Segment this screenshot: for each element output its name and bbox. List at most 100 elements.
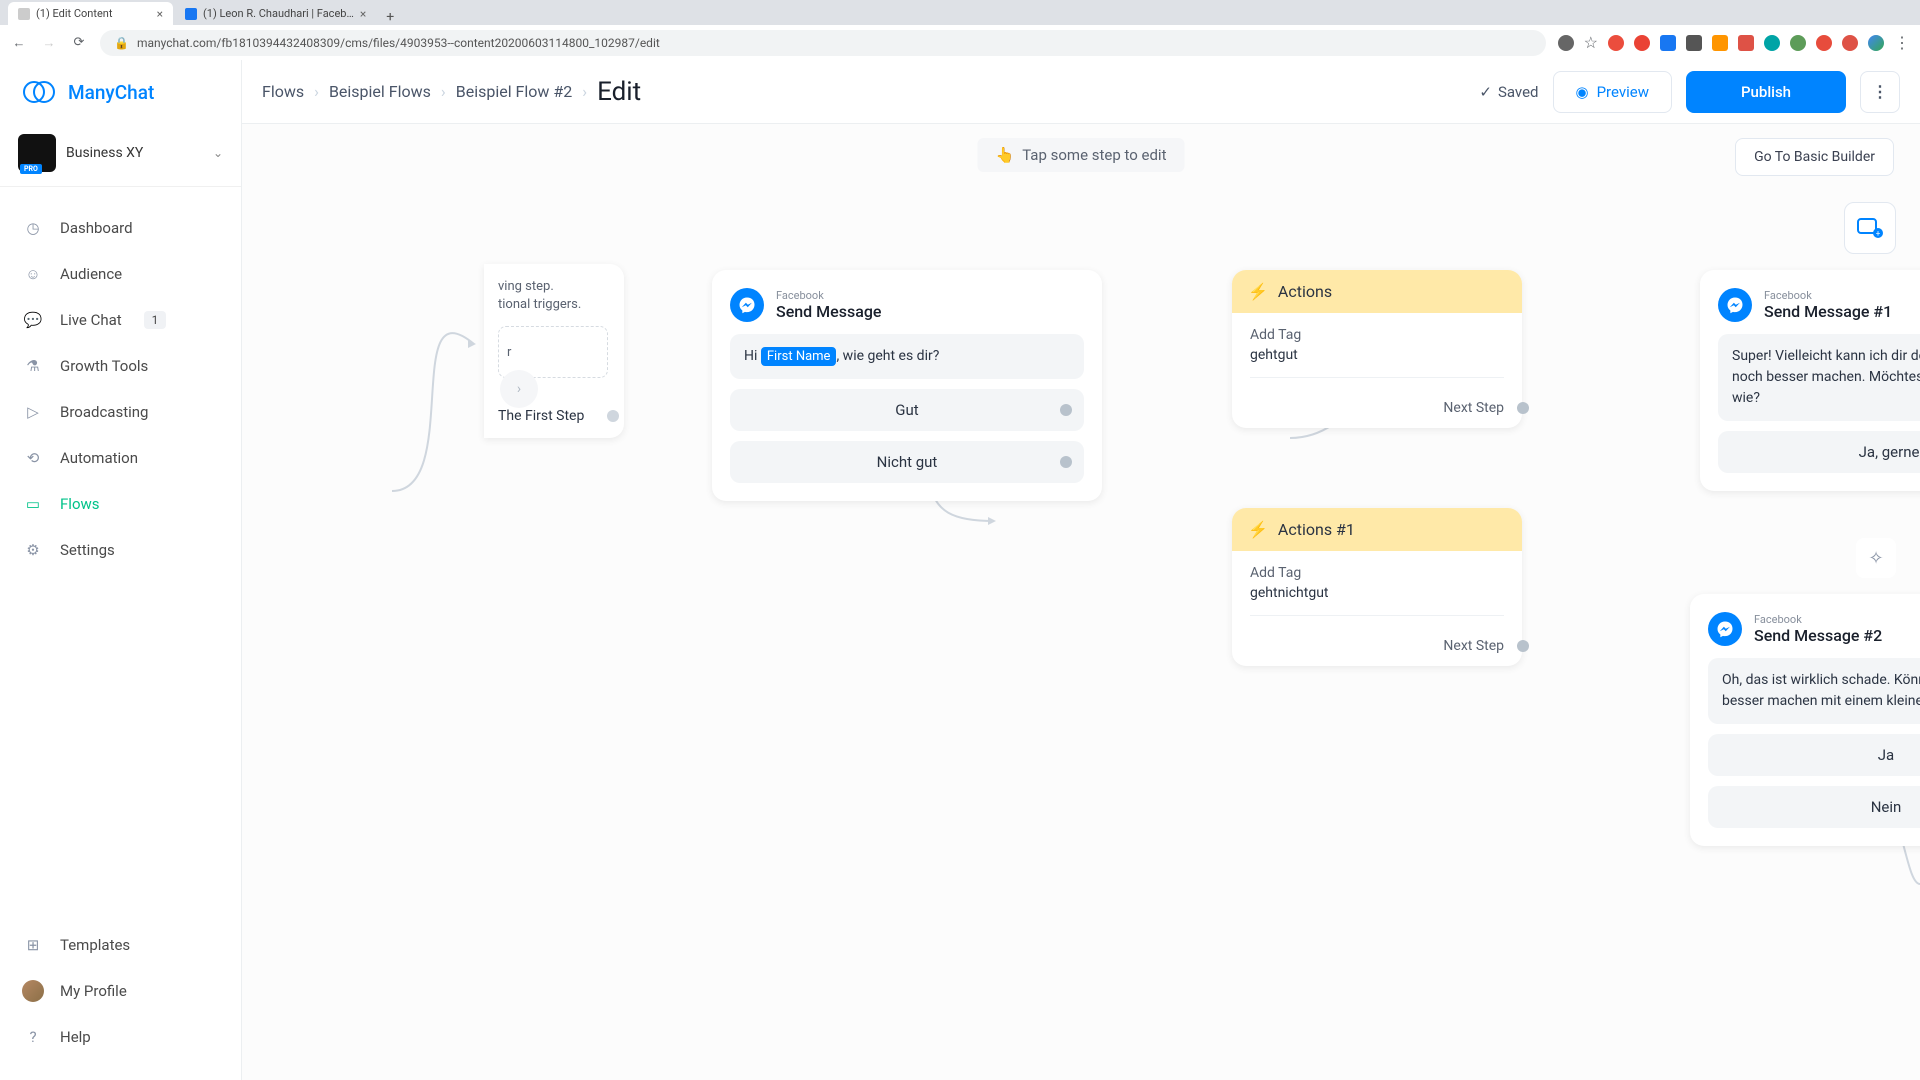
- reply-label: Nein: [1871, 798, 1902, 816]
- sidebar-item-templates[interactable]: ⊞ Templates: [0, 922, 241, 968]
- ext-icon[interactable]: [1764, 35, 1780, 51]
- ext-icon[interactable]: [1816, 35, 1832, 51]
- output-port[interactable]: [1060, 404, 1072, 416]
- sidebar-item-broadcasting[interactable]: ▷ Broadcasting: [0, 389, 241, 435]
- expand-starter-button[interactable]: ›: [500, 370, 538, 408]
- starter-node[interactable]: ving step. tional triggers. r The First …: [484, 264, 624, 438]
- automation-icon: ⟲: [22, 447, 44, 469]
- new-tab-button[interactable]: +: [378, 9, 402, 25]
- check-icon: ✓: [1479, 83, 1492, 101]
- ext-icon[interactable]: [1738, 35, 1754, 51]
- quick-reply-gut[interactable]: Gut: [730, 389, 1084, 431]
- output-port[interactable]: [1060, 456, 1072, 468]
- sidebar-item-audience[interactable]: ☺ Audience: [0, 251, 241, 297]
- msg-prefix: Hi: [744, 348, 761, 364]
- publish-label: Publish: [1741, 83, 1791, 101]
- send-message-node[interactable]: Facebook Send Message #2 Oh, das ist wir…: [1690, 594, 1920, 846]
- preview-button[interactable]: ◉ Preview: [1553, 71, 1673, 113]
- node-title: Send Message #2: [1754, 626, 1882, 645]
- actions-node[interactable]: ⚡ Actions Add Tag gehtgut Next Step: [1232, 270, 1522, 428]
- back-icon[interactable]: ←: [10, 35, 28, 51]
- next-step-label: Next Step: [1443, 638, 1504, 654]
- bolt-icon: ⚡: [1248, 282, 1268, 301]
- sidebar-item-settings[interactable]: ⚙ Settings: [0, 527, 241, 573]
- flow-canvas[interactable]: 👆 Tap some step to edit Go To Basic Buil…: [242, 124, 1920, 1080]
- nav-label: Broadcasting: [60, 403, 148, 421]
- send-message-node[interactable]: Facebook Send Message Hi First Name, wie…: [712, 270, 1102, 501]
- action-value: gehtnichtgut: [1250, 585, 1504, 616]
- sidebar-item-flows[interactable]: ▭ Flows: [0, 481, 241, 527]
- sidebar-item-growth[interactable]: ⚗ Growth Tools: [0, 343, 241, 389]
- next-step-port[interactable]: Next Step: [1232, 626, 1522, 666]
- star-icon[interactable]: ☆: [1584, 33, 1598, 52]
- ext-icon[interactable]: [1686, 35, 1702, 51]
- url-input[interactable]: 🔒 manychat.com/fb181039443240830­9/cms/f…: [100, 30, 1546, 56]
- message-bubble[interactable]: Super! Vielleicht kann ich dir deinen Ta…: [1718, 334, 1920, 421]
- reload-icon[interactable]: ⟳: [70, 35, 88, 50]
- close-icon[interactable]: ×: [360, 7, 366, 21]
- ext-icon[interactable]: [1660, 35, 1676, 51]
- ext-icon[interactable]: [1608, 35, 1624, 51]
- basic-builder-button[interactable]: Go To Basic Builder: [1735, 138, 1894, 176]
- node-title: Send Message: [776, 302, 881, 321]
- first-step-port[interactable]: The First Step: [498, 408, 610, 424]
- output-port[interactable]: [607, 410, 619, 422]
- browser-chrome: (1) Edit Content × (1) Leon R. Chaudhari…: [0, 0, 1920, 60]
- msg-body: Oh, das ist wirklich schade. Könnte ich …: [1722, 672, 1920, 709]
- forward-icon[interactable]: →: [40, 35, 58, 51]
- breadcrumb-item[interactable]: Beispiel Flows: [329, 82, 431, 101]
- avatar-icon[interactable]: [1868, 35, 1884, 51]
- account-name: Business XY: [66, 145, 203, 161]
- next-step-port[interactable]: Next Step: [1232, 388, 1522, 428]
- browser-tab[interactable]: (1) Edit Content ×: [8, 2, 173, 25]
- quick-reply-nichtgut[interactable]: Nicht gut: [730, 441, 1084, 483]
- ext-icon[interactable]: [1790, 35, 1806, 51]
- close-icon[interactable]: ×: [157, 7, 163, 21]
- help-icon: ?: [22, 1026, 44, 1048]
- ext-icon[interactable]: [1712, 35, 1728, 51]
- quick-reply-ja[interactable]: Ja: [1708, 734, 1920, 776]
- sidebar-item-profile[interactable]: My Profile: [0, 968, 241, 1014]
- chat-icon: 💬: [22, 309, 44, 331]
- variable-chip[interactable]: First Name: [761, 347, 837, 366]
- account-switcher[interactable]: PRO Business XY ⌄: [0, 124, 241, 187]
- magic-button[interactable]: ✧: [1856, 538, 1896, 578]
- sidebar-item-help[interactable]: ? Help: [0, 1014, 241, 1060]
- output-port[interactable]: [1517, 402, 1529, 414]
- sidebar-item-automation[interactable]: ⟲ Automation: [0, 435, 241, 481]
- output-port[interactable]: [1517, 640, 1529, 652]
- msg-body: Super! Vielleicht kann ich dir deinen Ta…: [1732, 348, 1920, 406]
- actions-node[interactable]: ⚡ Actions #1 Add Tag gehtnichtgut Next S…: [1232, 508, 1522, 666]
- address-bar: ← → ⟳ 🔒 manychat.com/fb181039443240830­9…: [0, 25, 1920, 60]
- basic-label: Go To Basic Builder: [1754, 149, 1875, 165]
- reply-label: Gut: [895, 401, 918, 419]
- sidebar-item-dashboard[interactable]: ◷ Dashboard: [0, 205, 241, 251]
- nav-label: My Profile: [60, 982, 127, 1000]
- tab-title: (1) Leon R. Chaudhari | Faceb…: [203, 7, 354, 20]
- lock-icon: 🔒: [114, 36, 129, 50]
- menu-icon[interactable]: ⋮: [1894, 33, 1910, 52]
- svg-text:+: +: [1876, 229, 1881, 238]
- ext-icon[interactable]: [1558, 35, 1574, 51]
- add-node-button[interactable]: +: [1844, 202, 1896, 254]
- browser-tab[interactable]: (1) Leon R. Chaudhari | Faceb… ×: [175, 2, 376, 25]
- sidebar-item-livechat[interactable]: 💬 Live Chat 1: [0, 297, 241, 343]
- message-bubble[interactable]: Oh, das ist wirklich schade. Könnte ich …: [1708, 658, 1920, 724]
- preview-icon: ◉: [1576, 83, 1589, 101]
- ext-icon[interactable]: [1842, 35, 1858, 51]
- pro-badge: PRO: [20, 164, 42, 174]
- ext-icon[interactable]: [1634, 35, 1650, 51]
- messenger-icon: [1708, 612, 1742, 646]
- quick-reply-ja-gerne[interactable]: Ja, gerne!: [1718, 431, 1920, 473]
- quick-reply-nein[interactable]: Nein: [1708, 786, 1920, 828]
- templates-icon: ⊞: [22, 934, 44, 956]
- breadcrumb-item[interactable]: Flows: [262, 82, 304, 101]
- send-message-node[interactable]: Facebook Send Message #1 Super! Vielleic…: [1700, 270, 1920, 491]
- publish-button[interactable]: Publish: [1686, 71, 1846, 113]
- node-platform: Facebook: [1764, 289, 1892, 302]
- more-button[interactable]: ⋮: [1860, 71, 1900, 113]
- unread-badge: 1: [144, 311, 167, 329]
- message-bubble[interactable]: Hi First Name, wie geht es dir?: [730, 334, 1084, 379]
- breadcrumb-item[interactable]: Beispiel Flow #2: [456, 82, 573, 101]
- logo[interactable]: ManyChat: [0, 60, 241, 124]
